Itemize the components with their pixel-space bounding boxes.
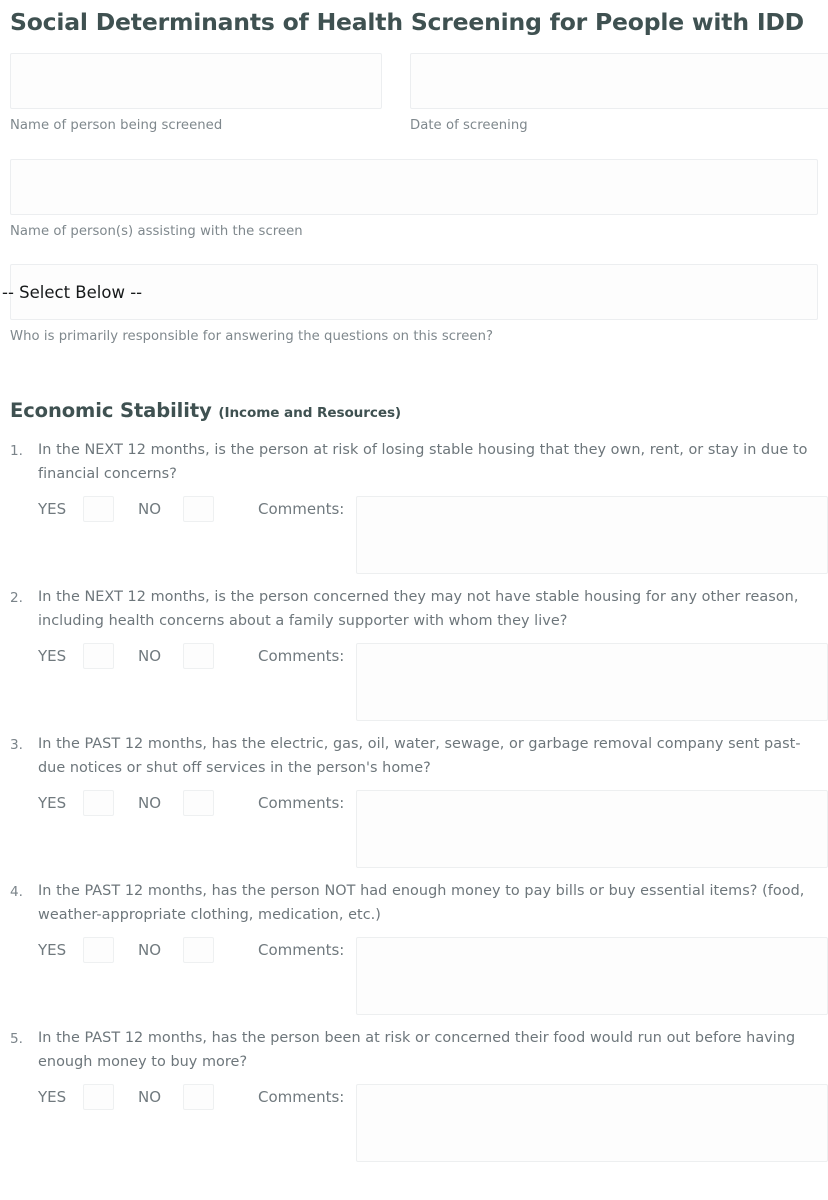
page-title: Social Determinants of Health Screening … bbox=[10, 8, 804, 36]
responsible-party-caption: Who is primarily responsible for answeri… bbox=[10, 329, 494, 345]
no-label: NO bbox=[138, 1087, 162, 1106]
responsible-party-select-value: -- Select Below -- bbox=[2, 282, 143, 302]
no-label: NO bbox=[138, 940, 162, 959]
answer-row: YES NO Comments: bbox=[38, 642, 828, 721]
question-body: In the PAST 12 months, has the person NO… bbox=[38, 879, 828, 1015]
yes-checkbox[interactable] bbox=[83, 642, 114, 669]
question-item: 2. In the NEXT 12 months, is the person … bbox=[10, 585, 828, 721]
no-checkbox[interactable] bbox=[183, 1083, 214, 1110]
question-body: In the NEXT 12 months, is the person con… bbox=[38, 585, 828, 721]
comments-label: Comments: bbox=[258, 499, 345, 518]
name-of-persons-assisting-caption: Name of person(s) assisting with the scr… bbox=[10, 223, 303, 239]
no-label: NO bbox=[138, 499, 162, 518]
no-group: NO bbox=[138, 642, 214, 669]
section-heading-main: Economic Stability bbox=[10, 398, 212, 422]
comments-label: Comments: bbox=[258, 793, 345, 812]
question-text: In the NEXT 12 months, is the person con… bbox=[38, 588, 799, 630]
no-label: NO bbox=[138, 793, 162, 812]
yes-group: YES bbox=[38, 495, 114, 522]
yes-label: YES bbox=[38, 793, 67, 812]
no-group: NO bbox=[138, 936, 214, 963]
comments-textarea[interactable] bbox=[356, 495, 828, 574]
yes-checkbox[interactable] bbox=[83, 789, 114, 816]
question-item: 3. In the PAST 12 months, has the electr… bbox=[10, 732, 828, 868]
no-group: NO bbox=[138, 1083, 214, 1110]
question-number: 3. bbox=[10, 736, 23, 753]
no-group: NO bbox=[138, 495, 214, 522]
question-number: 2. bbox=[10, 589, 23, 606]
question-item: 4. In the PAST 12 months, has the person… bbox=[10, 879, 828, 1015]
answer-row: YES NO Comments: bbox=[38, 789, 828, 868]
question-text: In the NEXT 12 months, is the person at … bbox=[38, 441, 808, 483]
question-number: 4. bbox=[10, 883, 23, 900]
name-of-persons-assisting-input[interactable] bbox=[10, 158, 818, 215]
question-text: In the PAST 12 months, has the person NO… bbox=[38, 882, 805, 924]
screening-form-page: Social Determinants of Health Screening … bbox=[0, 0, 828, 1200]
question-item: 1. In the NEXT 12 months, is the person … bbox=[10, 438, 828, 574]
question-item: 5. In the PAST 12 months, has the person… bbox=[10, 1026, 828, 1162]
question-text: In the PAST 12 months, has the electric,… bbox=[38, 735, 801, 777]
yes-checkbox[interactable] bbox=[83, 936, 114, 963]
yes-label: YES bbox=[38, 940, 67, 959]
top-fields-row-1: Name of person being screened Date of sc… bbox=[0, 53, 828, 135]
yes-checkbox[interactable] bbox=[83, 1083, 114, 1110]
name-of-person-screened-caption: Name of person being screened bbox=[10, 118, 223, 134]
section-heading-sub: (Income and Resources) bbox=[218, 404, 402, 421]
answer-row: YES NO Comments: bbox=[38, 936, 828, 1015]
field-group-responsible-party: -- Select Below -- Who is primarily resp… bbox=[0, 264, 828, 346]
field-group-date-of-screening: Date of screening bbox=[410, 53, 828, 135]
responsible-party-select[interactable]: -- Select Below -- bbox=[2, 264, 818, 321]
name-of-person-screened-input[interactable] bbox=[10, 53, 382, 110]
no-checkbox[interactable] bbox=[183, 495, 214, 522]
question-number: 1. bbox=[10, 442, 23, 459]
comments-textarea[interactable] bbox=[356, 789, 828, 868]
yes-checkbox[interactable] bbox=[83, 495, 114, 522]
comments-label: Comments: bbox=[258, 646, 345, 665]
no-label: NO bbox=[138, 646, 162, 665]
date-of-screening-input[interactable] bbox=[410, 53, 828, 110]
yes-group: YES bbox=[38, 936, 114, 963]
no-group: NO bbox=[138, 789, 214, 816]
question-body: In the PAST 12 months, has the person be… bbox=[38, 1026, 828, 1162]
yes-label: YES bbox=[38, 646, 67, 665]
comments-textarea[interactable] bbox=[356, 642, 828, 721]
question-text: In the PAST 12 months, has the person be… bbox=[38, 1029, 796, 1071]
question-body: In the NEXT 12 months, is the person at … bbox=[38, 438, 828, 574]
comments-textarea[interactable] bbox=[356, 1083, 828, 1162]
no-checkbox[interactable] bbox=[183, 642, 214, 669]
yes-group: YES bbox=[38, 642, 114, 669]
answer-row: YES NO Comments: bbox=[38, 495, 828, 574]
comments-label: Comments: bbox=[258, 1087, 345, 1106]
answer-row: YES NO Comments: bbox=[38, 1083, 828, 1162]
comments-textarea[interactable] bbox=[356, 936, 828, 1015]
yes-label: YES bbox=[38, 1087, 67, 1106]
field-group-assisting-persons: Name of person(s) assisting with the scr… bbox=[0, 158, 828, 241]
comments-label: Comments: bbox=[258, 940, 345, 959]
section-heading-economic-stability: Economic Stability (Income and Resources… bbox=[0, 347, 828, 422]
yes-group: YES bbox=[38, 1083, 114, 1110]
question-number: 5. bbox=[10, 1030, 23, 1047]
no-checkbox[interactable] bbox=[183, 936, 214, 963]
no-checkbox[interactable] bbox=[183, 789, 214, 816]
question-body: In the PAST 12 months, has the electric,… bbox=[38, 732, 828, 868]
yes-label: YES bbox=[38, 499, 67, 518]
date-of-screening-caption: Date of screening bbox=[410, 118, 528, 134]
questions-list: 1. In the NEXT 12 months, is the person … bbox=[0, 438, 828, 1162]
yes-group: YES bbox=[38, 789, 114, 816]
field-group-name-screened: Name of person being screened bbox=[10, 53, 410, 135]
